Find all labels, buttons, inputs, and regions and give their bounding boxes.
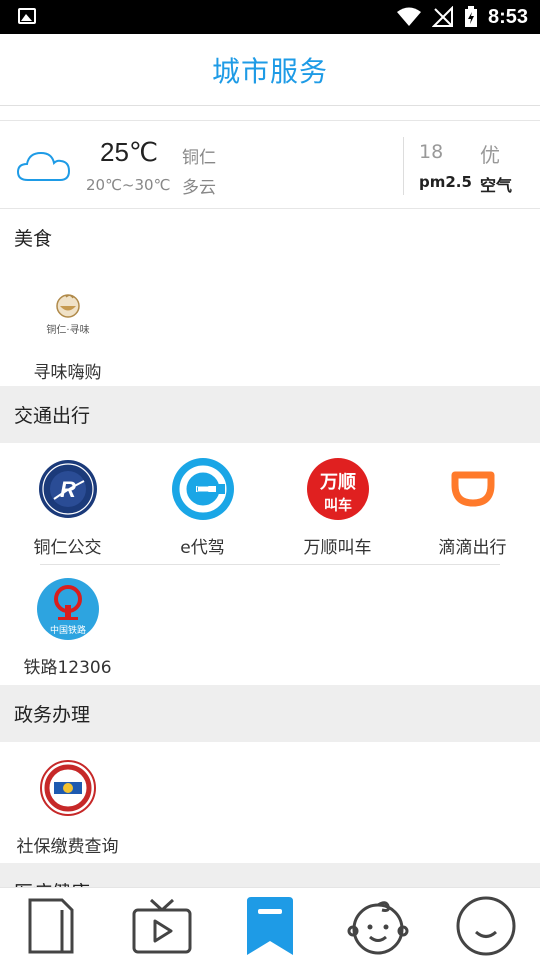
- svg-text:叫车: 叫车: [324, 497, 352, 514]
- title-bar: 城市服务: [0, 34, 540, 106]
- nav-tab-tv[interactable]: [130, 894, 194, 958]
- section-body-food: 铜仁·寻味 寻味嗨购: [0, 266, 540, 386]
- bus-logo: R: [36, 457, 100, 521]
- section-body-government: 社保缴费查询: [0, 742, 540, 863]
- bottom-navigation: [0, 887, 540, 960]
- section-title: 交通出行: [14, 405, 91, 427]
- service-tile-social-security[interactable]: 社保缴费查询: [0, 756, 135, 857]
- city-name: 铜仁: [182, 148, 216, 168]
- section-header-transport: 交通出行: [0, 386, 540, 443]
- battery-charging-icon: [464, 6, 477, 27]
- wanshun-logo: 万顺 叫车: [306, 457, 370, 521]
- service-label: 铜仁公交: [33, 538, 102, 558]
- nav-tab-profile[interactable]: [454, 894, 518, 958]
- service-tile-tongren-bus[interactable]: R 铜仁公交: [0, 457, 135, 558]
- divider: [403, 137, 404, 195]
- service-tile-wanshun[interactable]: 万顺 叫车 万顺叫车: [270, 457, 405, 558]
- nav-tab-baby[interactable]: [346, 894, 410, 958]
- temperature: 25℃: [100, 137, 159, 167]
- social-security-logo: [36, 756, 100, 820]
- didi-logo: [441, 457, 505, 521]
- section-header-food: 美食: [0, 209, 540, 266]
- svg-text:铜仁·寻味: 铜仁·寻味: [46, 324, 89, 336]
- cloud-icon: [16, 151, 71, 181]
- wifi-icon: [396, 7, 421, 26]
- image-icon: [18, 8, 36, 24]
- clock: 8:53: [487, 5, 528, 28]
- section-title: 美食: [14, 228, 53, 250]
- edaijia-logo: [171, 457, 235, 521]
- smile-icon: [456, 896, 516, 956]
- row-divider: [40, 564, 500, 565]
- svg-text:中国铁路: 中国铁路: [49, 624, 85, 636]
- service-tile-xunwei[interactable]: 铜仁·寻味 寻味嗨购: [0, 282, 135, 383]
- xunwei-logo: 铜仁·寻味: [36, 282, 100, 346]
- section-body-transport: R 铜仁公交 e代驾 万顺 叫车 万顺叫车 滴滴出行 中国铁路 铁路12306: [0, 443, 540, 685]
- aqi-label: pm2.5: [419, 173, 472, 191]
- status-bar: 8:53: [0, 0, 540, 34]
- weather-condition: 多云: [182, 178, 216, 198]
- service-label: 社保缴费查询: [16, 837, 119, 857]
- aqi-value: 18: [419, 141, 444, 163]
- baby-icon: [347, 901, 409, 955]
- nav-tab-document[interactable]: [20, 894, 84, 958]
- service-label: 寻味嗨购: [33, 363, 102, 383]
- section-title: 政务办理: [14, 704, 91, 726]
- aqi-quality: 优: [480, 143, 500, 167]
- svg-text:万顺: 万顺: [319, 472, 356, 493]
- tv-icon: [132, 898, 192, 954]
- bookmark-icon: [247, 897, 293, 955]
- no-signal-icon: [431, 6, 453, 27]
- service-label: 铁路12306: [23, 658, 112, 678]
- page-title: 城市服务: [211, 54, 328, 88]
- nav-tab-services[interactable]: [238, 894, 302, 958]
- section-header-government: 政务办理: [0, 685, 540, 742]
- weather-card[interactable]: 25℃ 20℃~30℃ 铜仁 多云 18 pm2.5 优 空气: [0, 120, 540, 209]
- service-tile-didi[interactable]: 滴滴出行: [405, 457, 540, 558]
- service-label: 滴滴出行: [438, 538, 507, 558]
- service-label: 万顺叫车: [303, 538, 372, 558]
- temperature-range: 20℃~30℃: [86, 176, 171, 194]
- service-tile-edaijia[interactable]: e代驾: [135, 457, 270, 558]
- document-icon: [28, 898, 74, 954]
- railway-logo: 中国铁路: [36, 577, 100, 641]
- aqi-air-label: 空气: [480, 176, 513, 195]
- service-label: e代驾: [180, 538, 225, 558]
- service-tile-railway[interactable]: 中国铁路 铁路12306: [0, 577, 135, 678]
